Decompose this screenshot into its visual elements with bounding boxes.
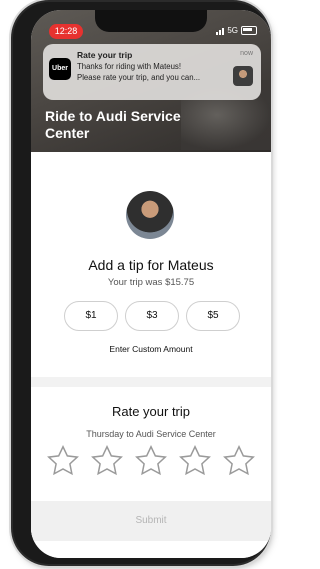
phone-notch	[95, 10, 207, 32]
status-time: 12:28	[49, 24, 83, 39]
star-outline-icon[interactable]	[45, 443, 81, 479]
star-rating	[45, 443, 257, 479]
rate-title: Rate your trip	[111, 404, 191, 419]
notification-line1: Thanks for riding with Mateus!	[77, 62, 182, 71]
phone-screen: 12:28 5G Uber Rate your trip Thanks for …	[31, 10, 271, 558]
notification-title: Rate your trip	[77, 50, 133, 60]
notification-line2: Please rate your trip, and you can...	[77, 73, 201, 82]
tip-button-3[interactable]: $3	[125, 301, 179, 331]
star-outline-icon[interactable]	[89, 443, 125, 479]
battery-icon	[241, 26, 257, 35]
destination-title: Ride to Audi Service Center	[45, 108, 181, 141]
notification-thumbnail	[233, 66, 253, 86]
network-label: 5G	[227, 26, 238, 35]
trip-price: Your trip was $15.75	[107, 277, 195, 288]
submit-button[interactable]: Submit	[31, 501, 271, 541]
signal-icon	[216, 27, 225, 35]
section-divider	[31, 377, 271, 387]
status-indicators: 5G	[216, 26, 257, 35]
rate-subtitle: Thursday to Audi Service Center	[86, 429, 216, 439]
phone-frame: 12:28 5G Uber Rate your trip Thanks for …	[13, 2, 271, 564]
star-outline-icon[interactable]	[177, 443, 213, 479]
custom-amount-link[interactable]: Enter Custom Amount	[31, 344, 271, 354]
driver-avatar	[126, 191, 174, 239]
push-notification[interactable]: Uber Rate your trip Thanks for riding wi…	[43, 44, 261, 100]
notification-time: now	[240, 50, 253, 57]
uber-logo: Uber	[49, 58, 71, 80]
star-outline-icon[interactable]	[133, 443, 169, 479]
rating-sheet: Add a tip for Mateus Your trip was $15.7…	[31, 153, 271, 558]
tip-button-5[interactable]: $5	[186, 301, 240, 331]
star-outline-icon[interactable]	[221, 443, 257, 479]
tip-button-1[interactable]: $1	[64, 301, 118, 331]
tip-title: Add a tip for Mateus	[88, 257, 214, 273]
